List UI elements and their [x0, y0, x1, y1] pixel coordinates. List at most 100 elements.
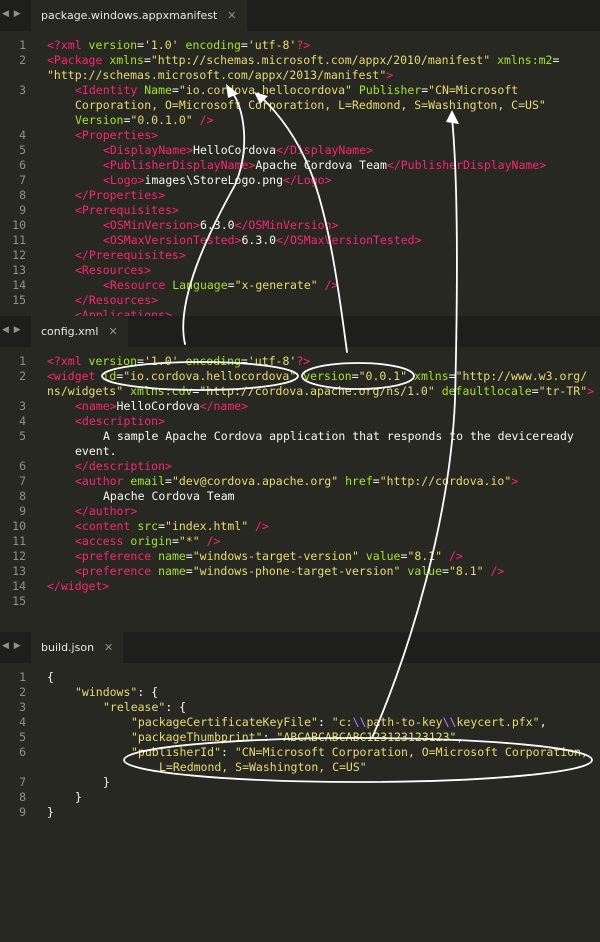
- build-code-area[interactable]: 1{2 "windows": {3 "release": {4 "packageCer…: [0, 670, 600, 820]
- code-token: \\: [352, 715, 367, 729]
- config-code-line[interactable]: ns/widgets" xmlns:cdv = "http://cordova.ap…: [0, 384, 600, 399]
- code-text: }: [47, 805, 54, 820]
- code-token: "http://cordova.apache.org/ns/1.0": [199, 384, 435, 398]
- tab-manifest-label: package.windows.appxmanifest: [41, 9, 218, 22]
- code-token: />: [483, 564, 505, 578]
- manifest-code-line[interactable]: 3 <Identity Name="io.cordova.hellocordova…: [0, 83, 600, 98]
- code-token: L=Redmond, S=Washington, C=US": [159, 760, 367, 774]
- config-code-area[interactable]: 1 <?xml version='1.0' encoding='utf-8'?> 2…: [0, 354, 600, 609]
- build-code-line[interactable]: 3 "release": {: [0, 700, 600, 715]
- code-text: <?xml version='1.0' encoding='utf-8'?>: [47, 38, 310, 53]
- code-text: }: [103, 775, 110, 790]
- tab-scroll-arrows-icon[interactable]: ◀ ▶: [2, 641, 22, 651]
- config-code-line[interactable]: 4 <description>: [0, 414, 600, 429]
- code-token: =: [137, 38, 144, 52]
- tab-build[interactable]: build.json ✕: [31, 632, 124, 663]
- line-number: 9: [19, 805, 26, 819]
- code-text: <name>HelloCordova</name>: [75, 399, 248, 414]
- manifest-code-line[interactable]: 7 <Logo>images\StoreLogo.png</Logo>: [0, 173, 600, 188]
- code-token: 'utf-8': [247, 38, 297, 52]
- code-token: Language: [172, 278, 228, 292]
- config-code-line[interactable]: 9 </author>: [0, 504, 600, 519]
- tab-config[interactable]: config.xml ✕: [31, 316, 128, 347]
- code-text: {: [47, 670, 54, 685]
- code-token: >: [386, 68, 394, 82]
- code-token: =: [552, 53, 560, 67]
- build-code-line[interactable]: 7}: [0, 775, 600, 790]
- code-token: version: [303, 369, 352, 383]
- config-code-line[interactable]: 10 <content src="index.html" />: [0, 519, 600, 534]
- close-icon[interactable]: ✕: [108, 325, 117, 338]
- tab-scroll-arrows-icon[interactable]: ◀ ▶: [2, 9, 22, 19]
- close-icon[interactable]: ✕: [104, 641, 113, 654]
- code-text: <Applications>: [75, 308, 172, 316]
- build-code-line[interactable]: 6 "publisherId": "CN=Microsoft Corporatio…: [0, 745, 600, 760]
- config-code-line[interactable]: 5 A sample Apache Cordova application tha…: [0, 429, 600, 444]
- code-token: </OSMaxVersionTested>: [276, 233, 422, 247]
- code-token: "io.cordova.hellocordova": [178, 83, 352, 97]
- line-number: 2: [19, 685, 26, 699]
- manifest-code-line[interactable]: 15 </Resources>: [0, 293, 600, 308]
- tab-manifest[interactable]: package.windows.appxmanifest ✕: [31, 0, 247, 31]
- config-code-line[interactable]: 2 <widget id = "io.cordova.hellocordova" ve…: [0, 369, 600, 384]
- build-code-line[interactable]: 5 "packageThumbprint": "ABCABCABCABC12312…: [0, 730, 600, 745]
- build-code-line[interactable]: 8}: [0, 790, 600, 805]
- close-icon[interactable]: ✕: [227, 9, 236, 22]
- config-code-line[interactable]: 1 <?xml version='1.0' encoding='utf-8'?>: [0, 354, 600, 369]
- code-token: "http://schemas.microsoft.com/appx/2010/…: [150, 53, 491, 67]
- code-token: =: [240, 354, 248, 368]
- build-code-line[interactable]: 9}: [0, 805, 600, 820]
- build-code-line[interactable]: 4 "packageCertificateKeyFile": "c:\\path-…: [0, 715, 600, 730]
- line-number: 11: [12, 233, 26, 247]
- manifest-code-line[interactable]: <Applications>: [0, 308, 600, 316]
- config-code-line[interactable]: event.: [0, 444, 600, 459]
- config-code-line[interactable]: 13 <preference name="windows-phone-target…: [0, 564, 600, 579]
- config-code-line[interactable]: 12 <preference name="windows-target-versi…: [0, 549, 600, 564]
- manifest-code-line[interactable]: 9 <Prerequisites>: [0, 203, 600, 218]
- code-token: "windows-target-version": [192, 549, 359, 563]
- manifest-code-line[interactable]: Corporation, O=Microsoft Corporation, L=…: [0, 98, 600, 113]
- code-token: xmlns: [109, 53, 144, 67]
- config-code-line[interactable]: 6 </description>: [0, 459, 600, 474]
- config-code-line[interactable]: 3 <name>HelloCordova</name>: [0, 399, 600, 414]
- manifest-code-line[interactable]: 6 <PublisherDisplayName>Apache Cordova Te…: [0, 158, 600, 173]
- build-code-line[interactable]: 2 "windows": {: [0, 685, 600, 700]
- code-token: email: [130, 474, 166, 488]
- config-code-line[interactable]: 15: [0, 594, 600, 609]
- manifest-code-line[interactable]: 2 <Package xmlns="http://schemas.microsof…: [0, 53, 600, 68]
- manifest-code-line[interactable]: 13 <Resources>: [0, 263, 600, 278]
- manifest-code-line[interactable]: "http://schemas.microsoft.com/appx/2013/…: [0, 68, 600, 83]
- code-token: </PublisherDisplayName>: [386, 158, 547, 172]
- config-code-line[interactable]: 11 <access origin="*" />: [0, 534, 600, 549]
- config-code-line[interactable]: 8 Apache Cordova Team: [0, 489, 600, 504]
- build-code-line[interactable]: 1{: [0, 670, 600, 685]
- code-token: \\: [442, 715, 457, 729]
- manifest-code-line[interactable]: 5 <DisplayName>HelloCordova</DisplayName>: [0, 143, 600, 158]
- code-token: Version: [75, 113, 124, 127]
- manifest-code-line[interactable]: 8 </Properties>: [0, 188, 600, 203]
- config-code-line[interactable]: 14 </widget>: [0, 579, 600, 594]
- manifest-code-line[interactable]: 14 <Resource Language="x-generate" />: [0, 278, 600, 293]
- config-code-line[interactable]: 7 <author email="dev@cordova.apache.org" …: [0, 474, 600, 489]
- code-token: <author: [75, 474, 131, 488]
- manifest-code-line[interactable]: Version="0.0.1.0" />: [0, 113, 600, 128]
- line-number: 5: [19, 429, 26, 443]
- manifest-code-line[interactable]: 10 <OSMinVersion>6.3.0</OSMinVersion>: [0, 218, 600, 233]
- code-token: keycert.pfx": [456, 715, 540, 729]
- manifest-code-line[interactable]: 11 <OSMaxVersionTested>6.3.0</OSMaxVersio…: [0, 233, 600, 248]
- manifest-code-area[interactable]: 1 <?xml version='1.0' encoding='utf-8'?> 2…: [0, 38, 600, 316]
- manifest-code-line[interactable]: 1 <?xml version='1.0' encoding='utf-8'?>: [0, 38, 600, 53]
- manifest-code-line[interactable]: 4 <Properties>: [0, 128, 600, 143]
- code-token: xmlns:m2: [497, 53, 553, 67]
- code-token: =: [240, 38, 248, 52]
- manifest-code-line[interactable]: 12 </Prerequisites>: [0, 248, 600, 263]
- code-token: href: [345, 474, 373, 488]
- tab-scroll-arrows-icon[interactable]: ◀ ▶: [2, 325, 22, 335]
- code-text: <OSMinVersion>6.3.0</OSMinVersion>: [103, 218, 338, 233]
- line-number: 3: [19, 700, 26, 714]
- build-code-line[interactable]: L=Redmond, S=Washington, C=US": [0, 760, 600, 775]
- code-token: "packageCertificateKeyFile": [131, 715, 318, 729]
